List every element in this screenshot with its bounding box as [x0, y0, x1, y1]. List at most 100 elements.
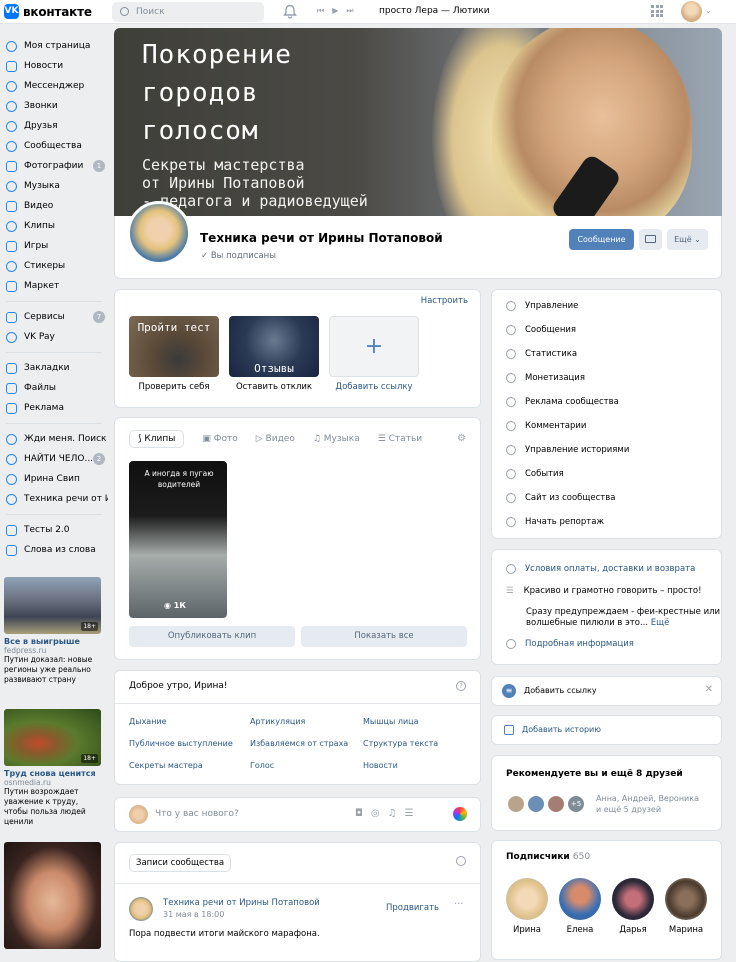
- subscriber-avatar[interactable]: [665, 878, 707, 920]
- tab-music[interactable]: ♫ Музыка: [313, 430, 360, 448]
- subscriber-avatar[interactable]: [612, 878, 654, 920]
- wiki-link[interactable]: Публичное выступление: [129, 739, 233, 748]
- wiki-link[interactable]: Избавляемся от страха: [250, 739, 348, 748]
- wiki-link[interactable]: Мышцы лица: [363, 717, 419, 726]
- nav-my-page[interactable]: Моя страница: [0, 36, 108, 56]
- nav-calls[interactable]: Звонки: [0, 96, 108, 116]
- add-link-card[interactable]: ≡ Добавить ссылку ✕: [491, 676, 722, 706]
- post-author[interactable]: Техника речи от Ирины Потаповой: [163, 898, 320, 908]
- tile-label[interactable]: Добавить ссылку: [319, 382, 429, 392]
- wiki-link[interactable]: Структура текста: [363, 739, 438, 748]
- nav-ads[interactable]: Реклама: [0, 398, 108, 418]
- menu-manage[interactable]: Управление: [506, 301, 578, 311]
- more-button[interactable]: Ещё ⌄: [667, 229, 708, 250]
- profile-avatar[interactable]: [681, 1, 702, 22]
- ad-1[interactable]: 18+ Все в выигрыше fedpress.ru Путин док…: [4, 577, 101, 685]
- nav-group-4[interactable]: Техника речи от И...: [0, 489, 108, 509]
- post-author-avatar[interactable]: [129, 897, 153, 921]
- ad-title[interactable]: Труд снова ценится: [4, 769, 101, 778]
- nav-clips[interactable]: Клипы: [0, 216, 108, 236]
- search-icon[interactable]: [456, 856, 466, 866]
- menu-stories[interactable]: Управление историями: [506, 445, 629, 455]
- article-icon[interactable]: ☰: [405, 808, 422, 819]
- wiki-link[interactable]: Голос: [250, 761, 274, 770]
- wiki-link[interactable]: Новости: [363, 761, 398, 770]
- nav-app-1[interactable]: Тесты 2.0: [0, 520, 108, 540]
- friend-avatar[interactable]: [526, 794, 546, 814]
- play-icon[interactable]: ▶: [332, 6, 338, 16]
- ad-title[interactable]: Все в выигрыше: [4, 637, 101, 646]
- menu-events[interactable]: События: [506, 469, 564, 479]
- tab-video[interactable]: ▷ Видео: [256, 430, 295, 448]
- apps-grid-icon[interactable]: [651, 5, 663, 17]
- camera-icon[interactable]: ◘: [355, 808, 371, 819]
- mail-button[interactable]: [639, 229, 662, 250]
- tile-label[interactable]: Оставить отклик: [219, 382, 329, 392]
- post-date[interactable]: 31 мая в 18:00: [163, 910, 224, 919]
- wiki-link[interactable]: Дыхание: [129, 717, 167, 726]
- next-icon[interactable]: ⏭: [346, 6, 353, 16]
- nav-vkpay[interactable]: VK Pay: [0, 327, 108, 347]
- show-all-button[interactable]: Показать все: [301, 626, 467, 647]
- nav-services[interactable]: Сервисы 7: [0, 307, 108, 327]
- subscribers-title[interactable]: Подписчики 650: [506, 852, 590, 862]
- ad-3-image[interactable]: [4, 842, 101, 949]
- nav-messenger[interactable]: Мессенджер: [0, 76, 108, 96]
- promote-link[interactable]: Продвигать: [386, 903, 439, 913]
- nav-app-2[interactable]: Слова из слова: [0, 540, 108, 560]
- nav-files[interactable]: Файлы: [0, 378, 108, 398]
- payment-terms[interactable]: Условия оплаты, доставки и возврата: [506, 564, 695, 574]
- friend-names-more[interactable]: и ещё 5 друзей: [596, 805, 661, 814]
- nav-stickers[interactable]: Стикеры: [0, 256, 108, 276]
- post-composer[interactable]: Что у вас нового? ◘◎♫☰: [114, 797, 481, 832]
- subscriber-name[interactable]: Елена: [555, 925, 605, 935]
- subscriber-avatar[interactable]: [506, 878, 548, 920]
- nav-friends[interactable]: Друзья: [0, 116, 108, 136]
- subscriber-avatar[interactable]: [559, 878, 601, 920]
- nav-group-3[interactable]: Ирина Свип: [0, 469, 108, 489]
- vk-logo[interactable]: VK вконтакте: [4, 4, 92, 19]
- menu-site[interactable]: Сайт из сообщества: [506, 493, 615, 503]
- wiki-link[interactable]: Секреты мастера: [129, 761, 203, 770]
- bell-icon[interactable]: [283, 4, 297, 19]
- menu-comments[interactable]: Комментарии: [506, 421, 586, 431]
- message-button[interactable]: Сообщение: [569, 229, 634, 250]
- publish-clip-button[interactable]: Опубликовать клип: [129, 626, 295, 647]
- nav-photos[interactable]: Фотографии 1: [0, 156, 108, 176]
- wiki-link[interactable]: Артикуляция: [250, 717, 305, 726]
- prev-icon[interactable]: ⏮: [317, 6, 324, 16]
- show-more-link[interactable]: Ещё: [651, 618, 670, 628]
- nav-bookmarks[interactable]: Закладки: [0, 358, 108, 378]
- group-avatar[interactable]: [127, 201, 191, 265]
- nav-market[interactable]: Маркет: [0, 276, 108, 296]
- add-story-card[interactable]: Добавить историю: [491, 715, 722, 745]
- subscriber-name[interactable]: Ирина: [502, 925, 552, 935]
- gear-icon[interactable]: ⚙: [457, 433, 466, 444]
- tile-label[interactable]: Проверить себя: [119, 382, 229, 392]
- ai-icon[interactable]: [453, 807, 467, 821]
- nav-music[interactable]: Музыка: [0, 176, 108, 196]
- friend-avatar[interactable]: [546, 794, 566, 814]
- video-icon[interactable]: ◎: [371, 808, 388, 819]
- settings-link[interactable]: Настроить: [421, 296, 468, 306]
- nav-video[interactable]: Видео: [0, 196, 108, 216]
- music-icon[interactable]: ♫: [388, 808, 405, 819]
- tab-photo[interactable]: ▣ Фото: [202, 430, 237, 448]
- help-icon[interactable]: ?: [456, 681, 466, 691]
- chevron-down-icon[interactable]: ⌄: [705, 6, 712, 15]
- menu-ads[interactable]: Реклама сообщества: [506, 397, 619, 407]
- more-icon[interactable]: ···: [454, 899, 464, 910]
- ad-2[interactable]: 18+ Труд снова ценится osnmedia.ru Путин…: [4, 709, 101, 827]
- close-icon[interactable]: ✕: [705, 684, 713, 695]
- nav-group-1[interactable]: Жди меня. Поиск ...: [0, 429, 108, 449]
- link-tile-test[interactable]: Пройти тест: [129, 316, 219, 377]
- tab-articles[interactable]: ☰ Статьи: [378, 430, 422, 448]
- nav-group-2[interactable]: НАЙТИ ЧЕЛО... 2: [0, 449, 108, 469]
- composer-placeholder[interactable]: Что у вас нового?: [155, 809, 239, 819]
- add-link-tile[interactable]: +: [329, 316, 419, 377]
- nav-communities[interactable]: Сообщества: [0, 136, 108, 156]
- details-link[interactable]: Подробная информация: [506, 639, 634, 649]
- nav-games[interactable]: Игры: [0, 236, 108, 256]
- link-tile-reviews[interactable]: Отзывы: [229, 316, 319, 377]
- now-playing[interactable]: просто Лера — Лютики: [379, 6, 490, 16]
